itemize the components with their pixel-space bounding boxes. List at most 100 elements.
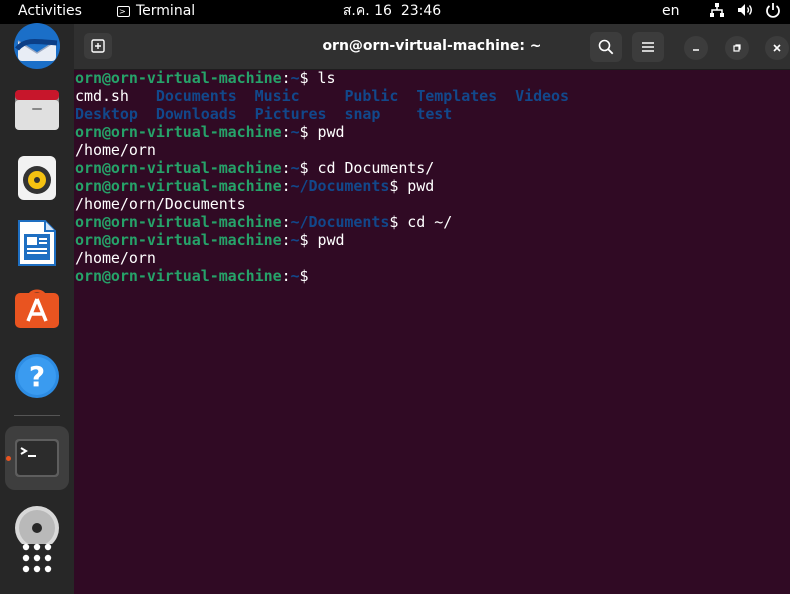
close-button[interactable]: [765, 36, 789, 60]
dock: ?: [0, 23, 74, 594]
prompt-dollar: $: [299, 267, 309, 285]
terminal-line: /home/orn: [75, 249, 787, 267]
minimize-button[interactable]: [684, 36, 708, 60]
ls-spacer: [300, 87, 345, 105]
terminal-line: /home/orn/Documents: [75, 195, 787, 213]
terminal-line: orn@orn-virtual-machine:~/Documents$ cd …: [75, 213, 787, 231]
help-icon: ?: [15, 354, 59, 398]
top-bar: Activities > Terminal ส.ค. 16 23:46 en: [0, 0, 790, 24]
system-tray[interactable]: [709, 2, 781, 18]
prompt-dollar: $: [299, 69, 309, 87]
command-output: /home/orn: [75, 249, 156, 267]
ls-directory: Music: [254, 87, 300, 105]
ls-spacer: [497, 87, 515, 105]
rhythmbox-icon: [18, 156, 56, 200]
header-bar[interactable]: orn@orn-virtual-machine: ~: [74, 24, 790, 70]
clock-date: ส.ค. 16: [342, 3, 392, 19]
prompt-path: ~: [290, 231, 300, 249]
prompt-user-host: orn@orn-virtual-machine: [75, 69, 282, 87]
ls-spacer: [327, 105, 345, 123]
prompt-dollar: $: [299, 231, 309, 249]
prompt-dollar: $: [299, 159, 309, 177]
command-text: pwd: [398, 177, 435, 195]
new-tab-button[interactable]: [84, 33, 112, 59]
ls-directory: Documents: [155, 87, 237, 105]
search-button[interactable]: [590, 32, 622, 62]
dock-files[interactable]: [5, 78, 69, 142]
ubuntu-software-icon: [15, 289, 59, 328]
ls-file: cmd.sh: [75, 87, 129, 105]
show-apps-icon: [22, 543, 52, 573]
prompt-user-host: orn@orn-virtual-machine: [75, 177, 282, 195]
terminal-line: orn@orn-virtual-machine:~$ pwd: [75, 231, 787, 249]
ls-spacer: [237, 87, 255, 105]
thunderbird-icon: [14, 23, 60, 69]
ls-directory: Desktop: [75, 105, 138, 123]
new-tab-icon: [91, 39, 105, 53]
prompt-colon: :: [281, 267, 291, 285]
terminal-output[interactable]: orn@orn-virtual-machine:~$ ls cmd.sh Docu…: [75, 69, 787, 589]
command-text: ls: [308, 69, 336, 87]
terminal-line: orn@orn-virtual-machine:~$ cd Documents/: [75, 159, 787, 177]
terminal-window: orn@orn-virtual-machine: ~ orn@orn-virtu…: [74, 24, 790, 594]
terminal-line: Desktop Downloads Pictures snap test: [75, 105, 787, 123]
prompt-user-host: orn@orn-virtual-machine: [75, 231, 282, 249]
menu-button[interactable]: [632, 32, 664, 62]
restore-icon: [733, 44, 741, 52]
command-text: pwd: [308, 231, 345, 249]
terminal-icon: [15, 439, 59, 477]
prompt-dollar: $: [389, 177, 399, 195]
prompt-colon: :: [281, 213, 291, 231]
prompt-user-host: orn@orn-virtual-machine: [75, 213, 282, 231]
ls-spacer: [138, 105, 156, 123]
ls-directory: Videos: [515, 87, 569, 105]
dock-ubuntu-software[interactable]: [5, 277, 69, 341]
dock-separator: [14, 415, 60, 416]
maximize-button[interactable]: [725, 36, 749, 60]
command-output: /home/orn/Documents: [75, 195, 246, 213]
dock-thunderbird[interactable]: [5, 14, 69, 78]
ls-spacer: [398, 87, 416, 105]
terminal-line: orn@orn-virtual-machine:~$ pwd: [75, 123, 787, 141]
ls-directory: Public: [344, 87, 399, 105]
command-text: pwd: [308, 123, 345, 141]
ls-directory: test: [416, 105, 453, 123]
prompt-colon: :: [281, 177, 291, 195]
terminal-line: cmd.sh Documents Music Public Templates …: [75, 87, 787, 105]
ls-spacer: [380, 105, 416, 123]
prompt-path: ~/Documents: [290, 213, 390, 231]
prompt-user-host: orn@orn-virtual-machine: [75, 123, 282, 141]
files-icon: [15, 90, 59, 130]
prompt-colon: :: [281, 123, 291, 141]
ls-spacer: [129, 87, 156, 105]
command-text: cd ~/: [398, 213, 453, 231]
prompt-path: ~: [290, 159, 300, 177]
dock-rhythmbox[interactable]: [5, 146, 69, 210]
prompt-dollar: $: [389, 213, 399, 231]
ls-directory: Pictures: [254, 105, 327, 123]
dock-help[interactable]: ?: [5, 344, 69, 408]
close-icon: [773, 44, 781, 52]
prompt-path: ~: [290, 267, 300, 285]
prompt-colon: :: [281, 231, 291, 249]
network-icon: [710, 3, 724, 17]
volume-icon: [738, 4, 752, 16]
minimize-icon: [693, 49, 699, 51]
clock-time: 23:46: [400, 3, 442, 19]
dock-libreoffice-writer[interactable]: [5, 211, 69, 275]
command-output: /home/orn: [75, 141, 156, 159]
input-language[interactable]: en: [662, 3, 680, 20]
ls-directory: Templates: [416, 87, 498, 105]
ls-spacer: [237, 105, 255, 123]
search-icon: [598, 39, 614, 55]
dock-show-apps[interactable]: [5, 526, 69, 590]
window-title: orn@orn-virtual-machine: ~: [322, 38, 542, 54]
dock-terminal[interactable]: [5, 426, 69, 490]
ls-directory: Downloads: [155, 105, 237, 123]
prompt-path: ~: [290, 69, 300, 87]
svg-text:?: ?: [29, 360, 45, 393]
terminal-line: orn@orn-virtual-machine:~/Documents$ pwd: [75, 177, 787, 195]
ls-directory: snap: [344, 105, 381, 123]
prompt-path: ~/Documents: [290, 177, 390, 195]
terminal-line: orn@orn-virtual-machine:~$: [75, 267, 787, 285]
